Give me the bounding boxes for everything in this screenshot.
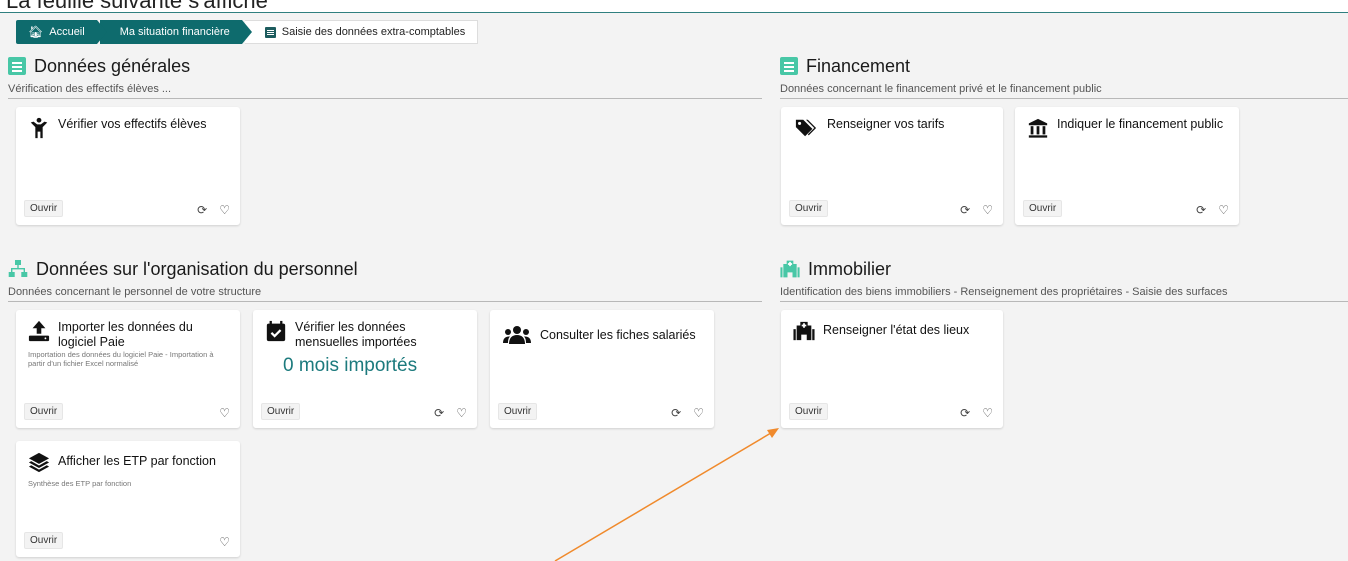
card-actions: ⟳ ♡ (960, 407, 993, 419)
section-financement: Financement Données concernant le financ… (780, 55, 1348, 99)
home-icon: 🏠︎ (28, 25, 44, 39)
card-title: Afficher les ETP par fonction (28, 451, 232, 473)
document-icon (264, 26, 276, 38)
breadcrumb-home[interactable]: 🏠︎ Accueil (16, 20, 107, 44)
calendar-check-icon (266, 320, 286, 342)
breadcrumb-current-label: Saisie des données extra-comptables (281, 26, 466, 38)
card-actions: ♡ (219, 536, 230, 548)
card-title: Vérifier vos effectifs élèves (28, 117, 232, 139)
open-button[interactable]: Ouvrir (789, 403, 829, 420)
refresh-icon[interactable]: ⟳ (960, 407, 970, 419)
layers-icon (28, 452, 50, 473)
document-icon (8, 57, 26, 75)
open-button[interactable]: Ouvrir (498, 403, 538, 420)
card-title: Indiquer le financement public (1027, 117, 1231, 139)
card-title-text: Renseigner l'état des lieux (823, 323, 970, 337)
card-verifier-donnees-mensuelles[interactable]: Vérifier les données mensuelles importée… (253, 310, 477, 428)
open-button[interactable]: Ouvrir (261, 403, 301, 420)
card-actions: ⟳ ♡ (434, 407, 467, 419)
section-immobilier: Immobilier Identification des biens immo… (780, 258, 1348, 302)
heart-icon[interactable]: ♡ (219, 204, 230, 216)
refresh-icon[interactable]: ⟳ (671, 407, 681, 419)
refresh-icon[interactable]: ⟳ (1196, 204, 1206, 216)
imported-months-count: 0 mois importés (283, 355, 418, 376)
breadcrumb-situation-label: Ma situation financière (119, 26, 230, 38)
refresh-icon[interactable]: ⟳ (434, 407, 444, 419)
breadcrumb: 🏠︎ Accueil Ma situation financière Saisi… (16, 20, 479, 44)
refresh-icon[interactable]: ⟳ (197, 204, 207, 216)
card-importer-paie[interactable]: Importer les données du logiciel Paie Im… (16, 310, 240, 428)
heart-icon[interactable]: ♡ (982, 204, 993, 216)
card-fiches-salaries[interactable]: Consulter les fiches salariés Ouvrir ⟳ ♡ (490, 310, 714, 428)
card-title: Consulter les fiches salariés (502, 324, 706, 346)
section-title-text: Données sur l'organisation du personnel (36, 258, 358, 279)
breadcrumb-situation[interactable]: Ma situation financière (99, 20, 252, 44)
section-title: Données générales (8, 55, 762, 77)
card-title-text: Afficher les ETP par fonction (58, 454, 216, 468)
document-heading-text: La feuille suivante s'affiche (6, 0, 268, 13)
heart-icon[interactable]: ♡ (1218, 204, 1229, 216)
card-title: Renseigner l'état des lieux (793, 320, 995, 342)
bank-icon (1028, 118, 1048, 138)
upload-icon (28, 320, 50, 342)
hospital-building-icon (793, 321, 815, 341)
card-renseigner-tarifs[interactable]: Renseigner vos tarifs Ouvrir ⟳ ♡ (781, 107, 1003, 225)
card-description: Synthèse des ETP par fonction (28, 479, 132, 488)
section-title-text: Financement (806, 55, 911, 76)
section-title: Données sur l'organisation du personnel (8, 258, 762, 280)
sitemap-icon (8, 260, 28, 277)
heart-icon[interactable]: ♡ (219, 407, 230, 419)
heart-icon[interactable]: ♡ (456, 407, 467, 419)
card-verifier-effectifs[interactable]: Vérifier vos effectifs élèves Ouvrir ⟳ ♡ (16, 107, 240, 225)
section-title: Financement (780, 55, 1348, 77)
page-root: La feuille suivante s'affiche 🏠︎ Accueil… (0, 0, 1348, 561)
open-button[interactable]: Ouvrir (789, 200, 829, 217)
card-actions: ⟳ ♡ (960, 204, 993, 216)
heart-icon[interactable]: ♡ (219, 536, 230, 548)
users-icon (503, 326, 531, 344)
card-title: Vérifier les données mensuelles importée… (265, 320, 469, 350)
card-actions: ⟳ ♡ (1196, 204, 1229, 216)
document-icon (780, 57, 798, 75)
card-title-text: Importer les données du logiciel Paie (58, 320, 193, 349)
section-title: Immobilier (780, 258, 1348, 280)
card-actions: ⟳ ♡ (671, 407, 704, 419)
section-title-text: Immobilier (808, 258, 892, 279)
heart-icon[interactable]: ♡ (693, 407, 704, 419)
open-button[interactable]: Ouvrir (1023, 200, 1063, 217)
card-title: Importer les données du logiciel Paie (28, 320, 232, 350)
card-financement-public[interactable]: Indiquer le financement public Ouvrir ⟳ … (1015, 107, 1239, 225)
card-title-text: Vérifier les données mensuelles importée… (295, 320, 417, 349)
section-organisation-personnel: Données sur l'organisation du personnel … (8, 258, 762, 302)
section-subtitle: Vérification des effectifs élèves ... (8, 83, 762, 99)
open-button[interactable]: Ouvrir (24, 532, 64, 549)
refresh-icon[interactable]: ⟳ (960, 204, 970, 216)
card-title-text: Vérifier vos effectifs élèves (58, 117, 207, 131)
section-subtitle: Données concernant le personnel de votre… (8, 286, 762, 302)
breadcrumb-current: Saisie des données extra-comptables (244, 20, 479, 44)
section-subtitle: Données concernant le financement privé … (780, 83, 1348, 99)
document-heading-cut: La feuille suivante s'affiche (0, 0, 1348, 13)
section-donnees-generales: Données générales Vérification des effec… (8, 55, 762, 99)
breadcrumb-home-label: Accueil (49, 26, 85, 38)
card-etat-des-lieux[interactable]: Renseigner l'état des lieux Ouvrir ⟳ ♡ (781, 310, 1003, 428)
open-button[interactable]: Ouvrir (24, 200, 64, 217)
card-etp-par-fonction[interactable]: Afficher les ETP par fonction Synthèse d… (16, 441, 240, 557)
child-icon (30, 117, 48, 139)
tags-icon (795, 119, 817, 137)
card-title-text: Indiquer le financement public (1057, 117, 1224, 131)
section-title-text: Données générales (34, 55, 191, 76)
card-description: Importation des données du logiciel Paie… (28, 350, 214, 368)
hospital-building-icon (780, 260, 800, 278)
card-title-text: Renseigner vos tarifs (827, 117, 945, 131)
card-title: Renseigner vos tarifs (793, 117, 995, 139)
card-title-text: Consulter les fiches salariés (540, 328, 696, 342)
card-actions: ⟳ ♡ (197, 204, 230, 216)
heart-icon[interactable]: ♡ (982, 407, 993, 419)
open-button[interactable]: Ouvrir (24, 403, 64, 420)
card-actions: ♡ (219, 407, 230, 419)
section-subtitle: Identification des biens immobiliers - R… (780, 286, 1348, 302)
